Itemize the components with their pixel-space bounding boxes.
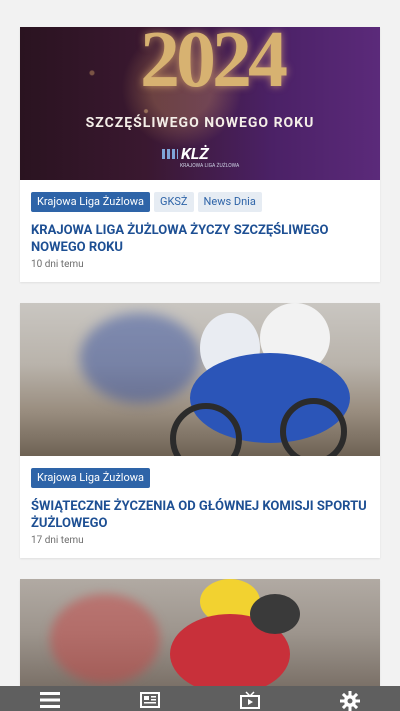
article-age: 10 dni temu	[31, 259, 84, 270]
rider-blur-shape	[50, 594, 160, 684]
wheel-shape	[280, 398, 347, 456]
klz-logo: KLŻ	[162, 144, 209, 163]
tag-news-dnia[interactable]: News Dnia	[197, 192, 262, 212]
article-title[interactable]: ŚWIĄTECZNE ŻYCZENIA OD GŁÓWNEJ KOMISJI S…	[31, 498, 369, 532]
article-image[interactable]: 2024 SZCZĘŚLIWEGO NOWEGO ROKU KLŻ KRAJOW…	[20, 27, 380, 180]
article-card[interactable]	[20, 579, 380, 686]
tv-icon	[240, 691, 260, 709]
article-image[interactable]	[20, 303, 380, 456]
rider-helmet-shape	[250, 594, 300, 634]
article-card[interactable]: 2024 SZCZĘŚLIWEGO NOWEGO ROKU KLŻ KRAJOW…	[20, 27, 380, 282]
tag-krajowa-liga[interactable]: Krajowa Liga Żużlowa	[31, 468, 150, 488]
news-icon	[140, 692, 160, 708]
tag-list: Krajowa Liga Żużlowa GKSŻ News Dnia	[31, 192, 369, 212]
nav-settings-button[interactable]	[325, 686, 375, 711]
logo-subtext: KRAJOWA LIGA ŻUŻLOWA	[180, 163, 240, 169]
menu-icon	[40, 692, 60, 708]
nav-menu-button[interactable]	[25, 686, 75, 711]
nav-tv-button[interactable]	[225, 686, 275, 711]
article-image[interactable]	[20, 579, 380, 686]
article-title[interactable]: KRAJOWA LIGA ŻUŻLOWA ŻYCZY SZCZĘŚLIWEGO …	[31, 222, 369, 256]
settings-icon	[340, 691, 360, 711]
year-graphic: 2024	[140, 27, 288, 104]
news-feed[interactable]: 2024 SZCZĘŚLIWEGO NOWEGO ROKU KLŻ KRAJOW…	[0, 0, 400, 686]
logo-mark-icon	[162, 148, 178, 159]
bottom-navigation	[0, 686, 400, 711]
nav-news-button[interactable]	[125, 686, 175, 711]
greeting-text: SZCZĘŚLIWEGO NOWEGO ROKU	[85, 115, 315, 131]
tag-gksz[interactable]: GKSŻ	[153, 192, 194, 212]
tag-list: Krajowa Liga Żużlowa	[31, 468, 369, 488]
rider-blur-shape	[80, 313, 200, 403]
article-card[interactable]: Krajowa Liga Żużlowa ŚWIĄTECZNE ŻYCZENIA…	[20, 303, 380, 558]
logo-text: KLŻ	[181, 144, 209, 163]
article-age: 17 dni temu	[31, 535, 84, 546]
tag-krajowa-liga[interactable]: Krajowa Liga Żużlowa	[31, 192, 150, 212]
